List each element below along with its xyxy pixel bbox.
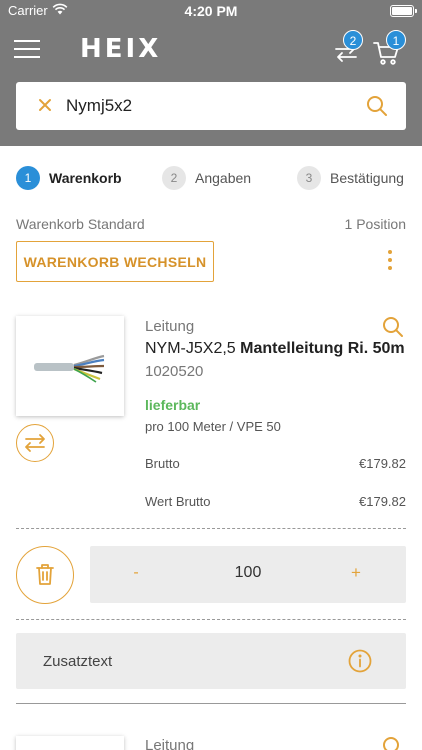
delete-button[interactable] bbox=[16, 546, 74, 604]
menu-icon[interactable] bbox=[14, 40, 40, 62]
search-icon[interactable] bbox=[366, 95, 388, 117]
step-number: 2 bbox=[162, 166, 186, 190]
quantity-stepper: - 100 + bbox=[90, 546, 406, 603]
step-label: Angaben bbox=[195, 170, 252, 186]
replace-product-button[interactable] bbox=[16, 424, 54, 462]
info-icon[interactable] bbox=[348, 649, 372, 673]
product-image[interactable] bbox=[16, 316, 124, 416]
step-label: Bestätigung bbox=[330, 170, 404, 186]
zoom-icon[interactable] bbox=[382, 316, 404, 338]
swap-icon bbox=[25, 434, 45, 452]
brutto-label: Brutto bbox=[145, 456, 180, 471]
brutto-row: Brutto €179.82 bbox=[145, 456, 406, 471]
cart-button[interactable]: 1 bbox=[372, 30, 406, 66]
brutto-value: €179.82 bbox=[359, 456, 406, 471]
clock: 4:20 PM bbox=[184, 3, 238, 19]
decrease-button[interactable]: - bbox=[124, 564, 148, 582]
divider bbox=[16, 703, 406, 704]
checkout-steps: 1 Warenkorb 2 Angaben 3 Bestätigung bbox=[0, 160, 422, 196]
logo[interactable]: HEIX bbox=[80, 34, 161, 64]
product-image[interactable] bbox=[16, 736, 124, 750]
quantity-value[interactable]: 100 bbox=[198, 564, 298, 582]
clear-icon[interactable] bbox=[36, 96, 54, 114]
switch-cart-button[interactable]: WARENKORB WECHSELN bbox=[16, 241, 214, 282]
compare-button[interactable]: 2 bbox=[333, 30, 363, 66]
product-sku: 1020520 bbox=[145, 363, 204, 380]
wert-brutto-value: €179.82 bbox=[359, 494, 406, 509]
cart-title: Warenkorb Standard bbox=[16, 216, 145, 232]
cable-image bbox=[34, 354, 105, 383]
divider bbox=[16, 528, 406, 529]
stock-status: lieferbar bbox=[145, 397, 201, 413]
status-bar: Carrier 4:20 PM bbox=[0, 0, 422, 22]
product-category: Leitung bbox=[145, 737, 195, 750]
additional-text-label: Zusatztext bbox=[43, 653, 113, 670]
more-options-icon[interactable] bbox=[380, 250, 400, 276]
increase-button[interactable]: + bbox=[344, 563, 368, 583]
search-input[interactable] bbox=[66, 94, 346, 118]
cart-position-count: 1 Position bbox=[344, 216, 406, 232]
search-bar bbox=[16, 82, 406, 130]
product-name-bold: Mantelleitung Ri. 50m bbox=[240, 340, 405, 357]
additional-text-field[interactable]: Zusatztext bbox=[16, 633, 406, 689]
wert-brutto-row: Wert Brutto €179.82 bbox=[145, 494, 406, 509]
product-name[interactable]: NYM-J5X2,5 Mantelleitung Ri. 50m bbox=[145, 340, 405, 358]
packaging-unit: pro 100 Meter / VPE 50 bbox=[145, 419, 281, 434]
compare-count-badge: 2 bbox=[343, 30, 363, 50]
product-category: Leitung bbox=[145, 318, 195, 335]
step-bestaetigung[interactable]: 3 Bestätigung bbox=[297, 160, 404, 196]
cart-count-badge: 1 bbox=[386, 30, 406, 50]
step-warenkorb[interactable]: 1 Warenkorb bbox=[16, 160, 122, 196]
step-label: Warenkorb bbox=[49, 170, 122, 186]
battery-icon bbox=[390, 5, 417, 17]
step-angaben[interactable]: 2 Angaben bbox=[162, 160, 251, 196]
app-header: HEIX 2 1 bbox=[0, 22, 422, 146]
zoom-icon[interactable] bbox=[382, 736, 404, 750]
step-number: 1 bbox=[16, 166, 40, 190]
product-name-prefix: NYM-J5X2,5 bbox=[145, 340, 241, 357]
wert-brutto-label: Wert Brutto bbox=[145, 494, 211, 509]
step-number: 3 bbox=[297, 166, 321, 190]
trash-icon bbox=[36, 564, 54, 585]
divider bbox=[16, 619, 406, 620]
